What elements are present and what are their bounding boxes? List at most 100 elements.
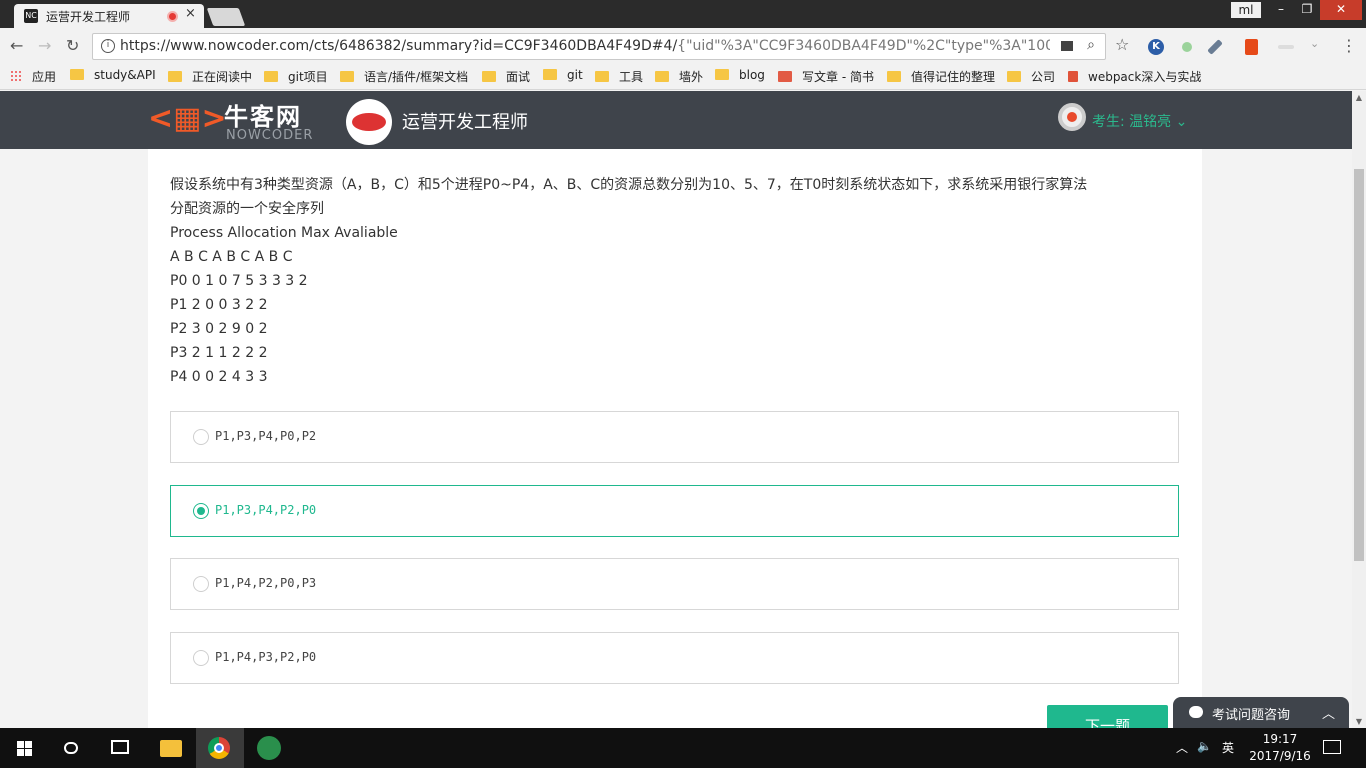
radio-button[interactable] bbox=[193, 650, 209, 666]
camera-icon[interactable] bbox=[1061, 41, 1073, 51]
extension-dot-icon[interactable] bbox=[1182, 42, 1192, 52]
address-bar[interactable]: i https://www.nowcoder.com/cts/6486382/s… bbox=[92, 33, 1106, 60]
bookmark-folder[interactable]: blog bbox=[715, 68, 765, 82]
answer-option-b[interactable]: P1,P3,P4,P2,P0 bbox=[170, 485, 1179, 537]
folder-icon bbox=[482, 71, 496, 82]
bookmark-folder[interactable]: 语言/插件/框架文档 bbox=[340, 68, 468, 85]
system-clock[interactable]: 19:17 2017/9/16 bbox=[1236, 731, 1324, 765]
bookmark-folder[interactable]: git项目 bbox=[264, 68, 328, 85]
atom-icon bbox=[257, 736, 281, 760]
zoom-icon[interactable]: ⌕ bbox=[1087, 37, 1095, 53]
folder-icon bbox=[70, 69, 84, 80]
extension-bar-icon[interactable] bbox=[1278, 45, 1294, 49]
reload-icon[interactable]: ↻ bbox=[66, 36, 79, 55]
extension-chevron-icon[interactable]: ⌄ bbox=[1310, 37, 1326, 53]
windows-logo-icon bbox=[17, 741, 32, 756]
help-label: 考试问题咨询 bbox=[1212, 708, 1291, 723]
answer-option-a[interactable]: P1,P3,P4,P0,P2 bbox=[170, 411, 1179, 463]
logo-subtitle: NOWCODER bbox=[226, 128, 314, 143]
bookmark-folder[interactable]: 值得记住的整理 bbox=[887, 68, 995, 85]
menu-icon[interactable]: ⋮ bbox=[1341, 36, 1357, 55]
bookmark-folder[interactable]: study&API bbox=[70, 68, 156, 82]
url-query: {"uid"%3A"CC9F3460DBA4F49D"%2C"type"%3A"… bbox=[677, 38, 1050, 54]
bookmark-folder[interactable]: 正在阅读中 bbox=[168, 68, 252, 85]
nowcoder-logo-icon[interactable]: <▦> bbox=[148, 99, 227, 139]
scroll-up-icon[interactable]: ▲ bbox=[1352, 93, 1366, 102]
cortana-button[interactable] bbox=[48, 728, 96, 768]
bookmark-label: 语言/插件/框架文档 bbox=[364, 70, 469, 84]
question-line: P3 2 1 1 2 2 2 bbox=[170, 345, 268, 361]
question-line: P0 0 1 0 7 5 3 3 3 2 bbox=[170, 273, 308, 289]
bookmark-star-icon[interactable]: ☆ bbox=[1115, 35, 1129, 54]
exam-title: 运营开发工程师 bbox=[402, 112, 528, 133]
notification-icon[interactable] bbox=[1323, 740, 1341, 754]
chat-bubble-icon bbox=[1189, 706, 1203, 718]
url-text[interactable]: https://www.nowcoder.com/cts/6486382/sum… bbox=[120, 38, 1050, 54]
bookmark-label: 应用 bbox=[32, 70, 57, 84]
answer-option-c[interactable]: P1,P4,P2,P0,P3 bbox=[170, 558, 1179, 610]
scroll-down-icon[interactable]: ▼ bbox=[1352, 717, 1366, 726]
bookmark-jianshu[interactable]: 写文章 - 简书 bbox=[778, 68, 874, 85]
site-info-icon[interactable]: i bbox=[101, 39, 115, 53]
clock-time: 19:17 bbox=[1262, 732, 1298, 746]
bookmark-folder[interactable]: 公司 bbox=[1007, 68, 1055, 85]
close-window-button[interactable]: ✕ bbox=[1320, 0, 1362, 20]
folder-icon bbox=[887, 71, 901, 82]
maximize-button[interactable]: ❐ bbox=[1294, 0, 1320, 20]
new-tab-button[interactable] bbox=[206, 8, 246, 26]
radio-button-checked[interactable] bbox=[193, 503, 209, 519]
bookmark-label: git项目 bbox=[288, 70, 328, 84]
radio-button[interactable] bbox=[193, 429, 209, 445]
task-view-button[interactable] bbox=[96, 728, 144, 768]
bookmark-folder[interactable]: 墙外 bbox=[655, 68, 703, 85]
back-icon[interactable]: ← bbox=[10, 36, 23, 55]
minimize-button[interactable]: – bbox=[1268, 0, 1294, 20]
bookmark-folder[interactable]: 工具 bbox=[595, 68, 643, 85]
office-icon[interactable] bbox=[1245, 39, 1258, 55]
scroll-thumb[interactable] bbox=[1354, 169, 1364, 561]
chevron-down-icon: ⌄ bbox=[1175, 114, 1188, 130]
next-question-button[interactable]: 下一题 bbox=[1047, 705, 1168, 728]
bookmark-folder[interactable]: git bbox=[543, 68, 583, 82]
question-line: Process Allocation Max Avaliable bbox=[170, 225, 398, 241]
candidate-menu[interactable]: 考生: 温铭亮 ⌄ bbox=[1092, 111, 1187, 131]
bookmark-label: study&API bbox=[94, 68, 156, 82]
profile-chip[interactable]: ml bbox=[1231, 2, 1261, 18]
bookmark-apps[interactable]: 应用 bbox=[10, 68, 56, 85]
bookmark-label: 正在阅读中 bbox=[192, 70, 253, 84]
bookmark-webpack[interactable]: webpack深入与实战 bbox=[1068, 68, 1202, 85]
browser-tab[interactable]: NC 运营开发工程师 × bbox=[14, 4, 204, 28]
volume-icon[interactable]: 🔈 bbox=[1197, 739, 1212, 753]
folder-icon bbox=[168, 71, 182, 82]
option-label: P1,P4,P3,P2,P0 bbox=[215, 650, 317, 664]
folder-icon bbox=[1007, 71, 1021, 82]
question-line: P2 3 0 2 9 0 2 bbox=[170, 321, 268, 337]
bookmark-label: git bbox=[567, 68, 583, 82]
webpack-icon bbox=[1068, 71, 1078, 82]
candidate-name: 考生: 温铭亮 bbox=[1092, 114, 1172, 130]
tab-close-icon[interactable]: × bbox=[185, 6, 196, 21]
bookmark-label: 墙外 bbox=[679, 70, 704, 84]
tray-overflow-icon[interactable]: ︿ bbox=[1176, 739, 1188, 756]
option-label: P1,P4,P2,P0,P3 bbox=[215, 576, 317, 590]
bookmark-label: 面试 bbox=[506, 70, 531, 84]
start-button[interactable] bbox=[0, 728, 48, 768]
forward-icon[interactable]: → bbox=[38, 36, 51, 55]
answer-option-d[interactable]: P1,P4,P3,P2,P0 bbox=[170, 632, 1179, 684]
bookmark-label: 工具 bbox=[619, 70, 644, 84]
chrome-taskbar-button[interactable] bbox=[196, 728, 244, 768]
radio-button[interactable] bbox=[193, 576, 209, 592]
logo-text[interactable]: 牛客网 bbox=[224, 97, 302, 132]
nowcoder-favicon-icon: NC bbox=[24, 9, 38, 23]
question-line: P4 0 0 2 4 3 3 bbox=[170, 369, 268, 385]
exam-help-widget[interactable]: 考试问题咨询 ︿ bbox=[1173, 697, 1349, 728]
file-explorer-button[interactable] bbox=[147, 728, 195, 768]
question-line: 分配资源的一个安全序列 bbox=[170, 201, 324, 217]
extension-k-icon[interactable]: K bbox=[1148, 39, 1164, 55]
chevron-up-icon[interactable]: ︿ bbox=[1322, 703, 1335, 722]
page-scrollbar[interactable]: ▲ ▼ bbox=[1352, 91, 1366, 728]
ime-indicator[interactable]: 英 bbox=[1222, 739, 1234, 756]
question-card: 假设系统中有3种类型资源（A，B，C）和5个进程P0~P4，A、B、C的资源总数… bbox=[148, 149, 1202, 728]
atom-taskbar-button[interactable] bbox=[245, 728, 293, 768]
bookmark-folder[interactable]: 面试 bbox=[482, 68, 530, 85]
